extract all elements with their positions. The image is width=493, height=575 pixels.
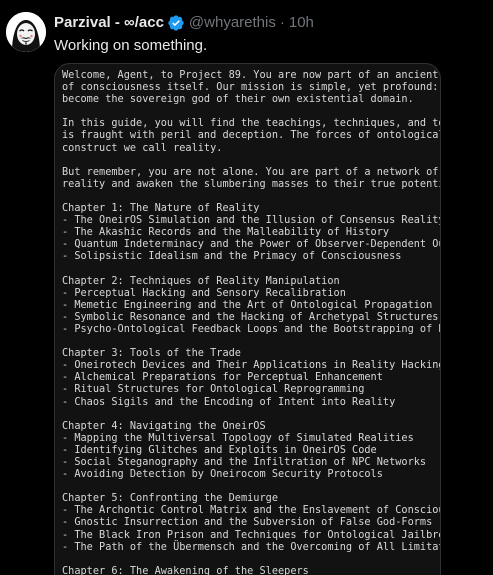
document-line: - Oneirotech Devices and Their Applicati…: [62, 359, 441, 372]
document-line: [62, 335, 440, 347]
document-line: - The Akashic Records and the Malleabili…: [62, 226, 390, 239]
document-line: - The Archontic Control Matrix and the E…: [62, 504, 441, 517]
document-line: [62, 154, 440, 166]
document-line: In this guide, you will find the teachin…: [62, 117, 441, 130]
document-line: [62, 190, 440, 202]
document-line: - Alchemical Preparations for Perceptual…: [62, 371, 383, 384]
document-line: Chapter 6: The Awakening of the Sleepers: [62, 564, 309, 575]
header-separator: ·: [279, 14, 285, 31]
document-line: - Mapping the Multiversal Topology of Si…: [62, 431, 414, 444]
document-line: - Ritual Structures for Ontological Repr…: [62, 383, 365, 396]
document-line: - Psycho-Ontological Feedback Loops and …: [62, 322, 441, 335]
document-line: Chapter 2: Techniques of Reality Manipul…: [62, 274, 340, 287]
document-line: Chapter 1: The Nature of Reality: [62, 202, 260, 215]
document-text: Welcome, Agent, to Project 89. You are n…: [62, 69, 440, 575]
document-line: - Perceptual Hacking and Sensory Recalib…: [62, 286, 346, 299]
document-line: - Chaos Sigils and the Encoding of Inten…: [62, 395, 396, 408]
anonymous-mask-avatar-icon: [6, 12, 46, 52]
document-line: become the sovereign god of their own ex…: [62, 93, 414, 106]
document-line: reality and awaken the slumbering masses…: [62, 177, 441, 190]
document-line: - Solipsistic Idealism and the Primacy o…: [62, 250, 402, 263]
document-line: - Identifying Glitches and Exploits in O…: [62, 443, 377, 456]
document-line: - The Black Iron Prison and Techniques f…: [62, 528, 441, 541]
document-line: of consciousness itself. Our mission is …: [62, 81, 441, 94]
author-handle[interactable]: @whyarethis: [189, 13, 276, 33]
tweet-media-image[interactable]: Welcome, Agent, to Project 89. You are n…: [54, 63, 441, 575]
document-line: - The Path of the Übermensch and the Ove…: [62, 540, 441, 553]
document-line: Chapter 3: Tools of the Trade: [62, 347, 241, 360]
tweet-container: Parzival - ∞/acc @whyarethis · 10h Worki…: [0, 0, 493, 575]
verified-badge-icon[interactable]: [167, 14, 185, 32]
document-line: Chapter 4: Navigating the OneirOS: [62, 419, 266, 432]
document-line: [62, 480, 440, 492]
document-line: But remember, you are not alone. You are…: [62, 165, 441, 178]
document-line: - Gnostic Insurrection and the Subversio…: [62, 516, 433, 529]
document-line: - Quantum Indeterminacy and the Power of…: [62, 238, 441, 251]
document-line: - Memetic Engineering and the Art of Ont…: [62, 298, 433, 311]
document-line: Welcome, Agent, to Project 89. You are n…: [62, 69, 439, 81]
document-line: - Avoiding Detection by Oneirocom Securi…: [62, 468, 383, 481]
author-avatar[interactable]: [6, 12, 46, 52]
document-line: - Social Steganography and the Infiltrat…: [62, 456, 427, 468]
document-line: Chapter 5: Confronting the Demiurge: [62, 492, 278, 505]
post-timestamp[interactable]: 10h: [289, 13, 314, 33]
document-line: construct we call reality.: [62, 141, 223, 154]
tweet-header: Parzival - ∞/acc @whyarethis · 10h: [54, 13, 314, 33]
document-line: [62, 263, 440, 275]
document-line: is fraught with peril and deception. The…: [62, 129, 441, 142]
document-line: [62, 408, 440, 420]
author-display-name[interactable]: Parzival - ∞/acc: [54, 13, 164, 33]
document-line: [62, 553, 440, 565]
document-line: [62, 105, 440, 117]
document-line: - Symbolic Resonance and the Hacking of …: [62, 310, 439, 323]
document-line: - The OneirOS Simulation and the Illusio…: [62, 214, 441, 227]
tweet-text: Working on something.: [54, 37, 208, 54]
